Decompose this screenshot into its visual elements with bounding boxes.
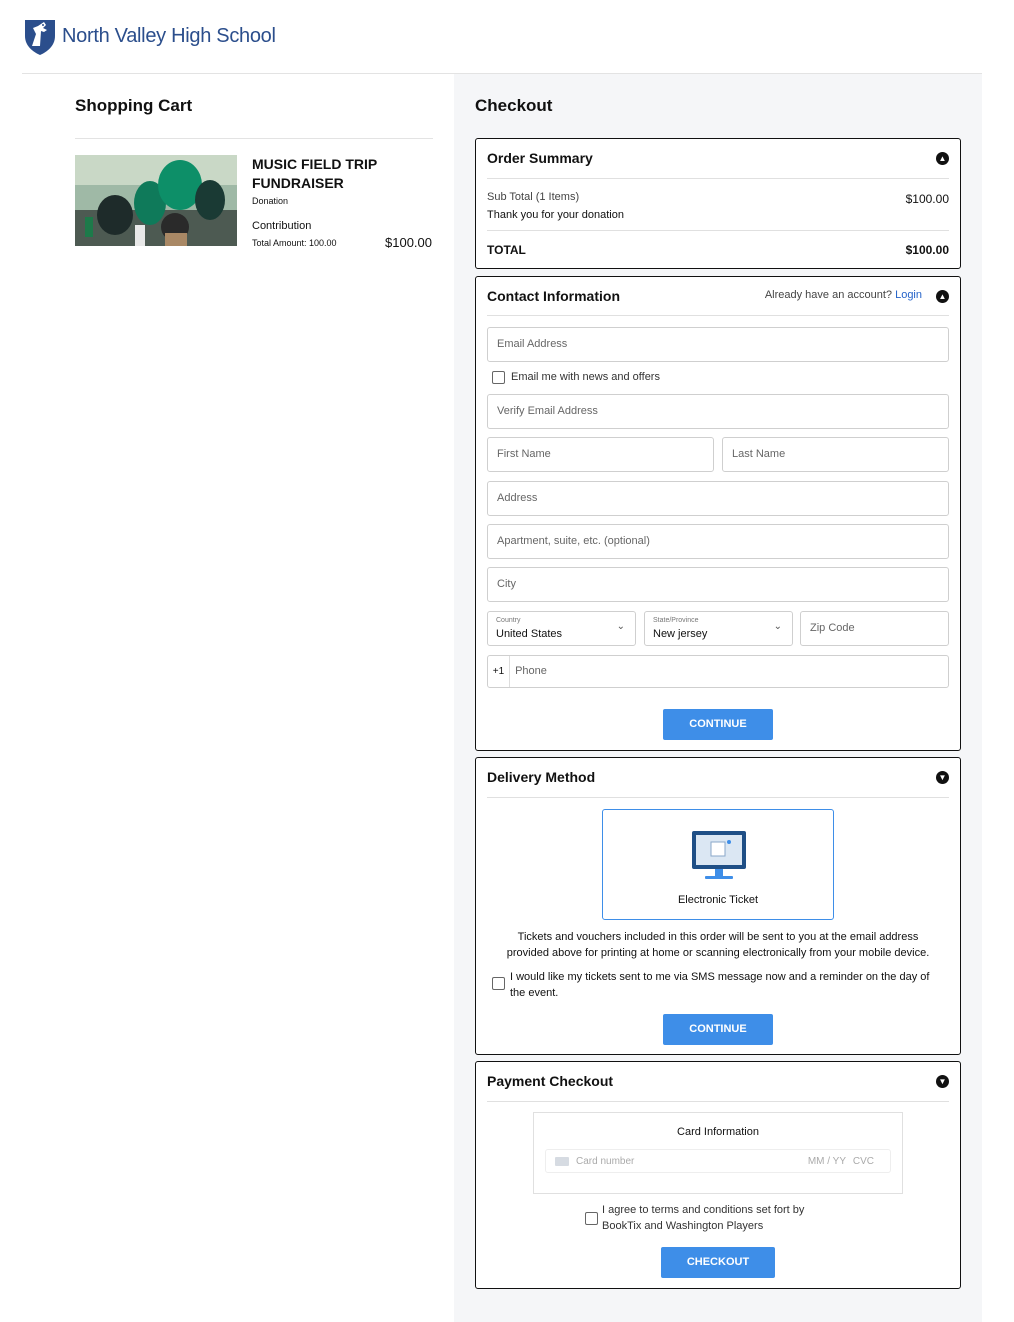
state-select[interactable]: State/Province New jersey ⌄ (644, 611, 793, 646)
chevron-down-icon: ⌄ (616, 621, 625, 632)
country-label: Country (496, 617, 521, 624)
sms-label-line-1: I would like my tickets sent to me via S… (510, 971, 930, 983)
cart-item-line-label: Contribution (252, 220, 312, 232)
delivery-heading: Delivery Method (487, 769, 596, 785)
last-name-field[interactable]: Last Name (722, 437, 949, 472)
cart-item-image (75, 155, 237, 246)
phone-placeholder: Phone (515, 665, 547, 677)
account-prompt: Already have an account? Login (765, 289, 922, 301)
school-logo[interactable]: North Valley High School (22, 16, 276, 56)
card-number-field[interactable]: Card number MM / YY CVC (545, 1149, 891, 1173)
cart-item-title: MUSIC FIELD TRIP FUNDRAISER (252, 156, 377, 191)
delivery-divider (487, 797, 949, 798)
state-value: New jersey (653, 628, 708, 640)
phone-prefix: +1 (488, 656, 510, 687)
city-field[interactable]: City (487, 567, 949, 602)
checkout-button[interactable]: CHECKOUT (661, 1247, 775, 1278)
sms-label-line-2: the event. (510, 987, 559, 999)
total-value: $100.00 (905, 243, 949, 257)
collapse-chevron-icon[interactable]: ▲ (936, 152, 949, 165)
site-header: North Valley High School (0, 0, 1014, 74)
terms-line-2: BookTix and Washington Players (602, 1220, 764, 1232)
expand-chevron-icon[interactable]: ▼ (936, 771, 949, 784)
order-summary-divider (487, 178, 949, 179)
delivery-info-line-1: Tickets and vouchers included in this or… (517, 931, 919, 943)
cart-item-total-amount: Total Amount: 100.00 (252, 238, 337, 248)
terms-checkbox[interactable] (585, 1212, 598, 1225)
delivery-panel: Delivery Method ▼ Electronic Ticket Tick… (475, 757, 961, 1055)
ticket-option-label: Electronic Ticket (677, 894, 759, 906)
subtotal-label: Sub Total (1 Items) (487, 191, 580, 203)
country-select[interactable]: Country United States ⌄ (487, 611, 636, 646)
donation-thanks: Thank you for your donation (487, 209, 624, 221)
card-info-label: Card Information (677, 1126, 759, 1138)
zip-field[interactable]: Zip Code (800, 611, 949, 646)
verify-email-field[interactable]: Verify Email Address (487, 394, 949, 429)
subtotal-value: $100.00 (905, 192, 949, 206)
total-label: TOTAL (487, 243, 526, 257)
credit-card-icon (555, 1157, 569, 1166)
payment-heading: Payment Checkout (487, 1073, 614, 1089)
shield-logo-icon (25, 20, 55, 55)
school-name: North Valley High School (62, 24, 276, 47)
contact-panel: Contact Information Already have an acco… (475, 276, 961, 751)
first-name-field[interactable]: First Name (487, 437, 714, 472)
card-number-placeholder: Card number (576, 1156, 635, 1167)
terms-line-1: I agree to terms and conditions set fort… (602, 1204, 805, 1216)
card-expiry-placeholder: MM / YY (807, 1156, 846, 1167)
order-summary-panel: Order Summary ▲ Sub Total (1 Items) $100… (475, 138, 961, 269)
electronic-ticket-option[interactable]: Electronic Ticket (602, 809, 834, 920)
delivery-info-line-2: provided above for printing at home or s… (506, 947, 930, 959)
cart-item-type: Donation (252, 196, 289, 206)
contact-heading: Contact Information (487, 288, 620, 304)
checkout-title: Checkout (475, 96, 553, 115)
login-link[interactable]: Login (895, 289, 922, 301)
cart-divider (75, 138, 433, 139)
cart-title: Shopping Cart (75, 96, 193, 115)
card-info-box: Card Information Card number MM / YY CVC (533, 1112, 903, 1194)
cart-item-price: $100.00 (385, 235, 432, 250)
news-checkbox[interactable] (492, 371, 505, 384)
contact-divider (487, 315, 949, 316)
order-summary-heading: Order Summary (487, 150, 593, 166)
contact-continue-button[interactable]: CONTINUE (663, 709, 773, 740)
state-label: State/Province (653, 617, 699, 624)
payment-panel: Payment Checkout ▼ Card Information Card… (475, 1061, 961, 1289)
news-label: Email me with news and offers (511, 371, 660, 383)
sms-checkbox[interactable] (492, 977, 505, 990)
collapse-chevron-icon[interactable]: ▲ (936, 290, 949, 303)
email-field[interactable]: Email Address (487, 327, 949, 362)
payment-divider (487, 1101, 949, 1102)
computer-monitor-icon (692, 831, 746, 879)
chevron-down-icon: ⌄ (773, 621, 782, 632)
country-value: United States (496, 628, 563, 640)
delivery-continue-button[interactable]: CONTINUE (663, 1014, 773, 1045)
card-cvc-placeholder: CVC (852, 1156, 874, 1167)
apartment-field[interactable]: Apartment, suite, etc. (optional) (487, 524, 949, 559)
order-summary-divider (487, 230, 949, 231)
address-field[interactable]: Address (487, 481, 949, 516)
account-prompt-text: Already have an account? (764, 289, 893, 301)
phone-field[interactable]: +1 Phone (487, 655, 949, 688)
expand-chevron-icon[interactable]: ▼ (936, 1075, 949, 1088)
